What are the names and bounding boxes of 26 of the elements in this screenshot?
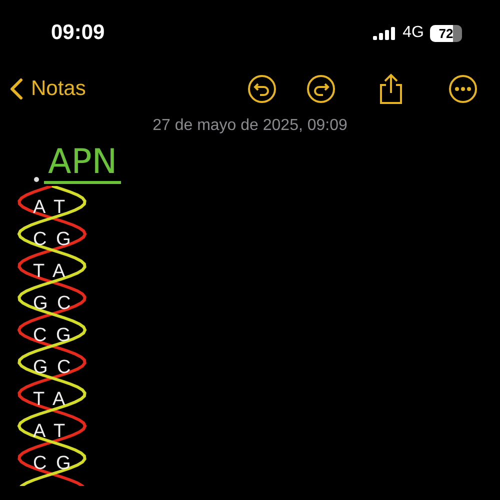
redo-button[interactable] <box>306 74 336 104</box>
share-button[interactable] <box>378 73 404 105</box>
share-icon <box>378 73 404 105</box>
more-button[interactable] <box>448 74 478 104</box>
chevron-icon <box>10 78 23 100</box>
base-pair: C G <box>33 452 73 476</box>
base-pair: G C <box>33 292 73 316</box>
undo-button[interactable] <box>247 74 277 104</box>
base-pair: A T <box>33 196 68 220</box>
network-label: 4G <box>402 24 424 42</box>
base-pair: C G <box>33 324 73 348</box>
bullet-dot <box>34 177 39 182</box>
base-pair: C G <box>33 228 73 252</box>
more-icon <box>448 74 478 104</box>
battery-level: 72 <box>430 24 462 42</box>
signal-icon <box>372 26 397 40</box>
base-pair: T A <box>33 388 68 412</box>
base-pair: G C <box>33 356 73 380</box>
undo-icon <box>247 74 277 104</box>
note-title: APN <box>44 145 122 184</box>
redo-icon <box>306 74 336 104</box>
status-time: 09:09 <box>51 21 105 45</box>
base-pair: A T <box>33 420 68 444</box>
note-date: 27 de mayo de 2025, 09:09 <box>152 117 348 135</box>
base-pair: T A <box>33 260 68 284</box>
back-button[interactable]: Notas <box>10 77 86 101</box>
